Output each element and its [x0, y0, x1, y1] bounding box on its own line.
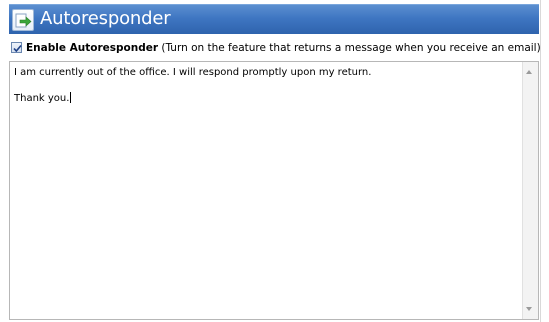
- page-divider: [540, 0, 541, 322]
- autoresponder-message-text[interactable]: I am currently out of the office. I will…: [14, 66, 519, 105]
- enable-autoresponder-text: Enable Autoresponder (Turn on the featur…: [26, 40, 541, 56]
- autoresponder-arrow-icon: [12, 9, 34, 31]
- scroll-down-arrow-icon[interactable]: [526, 307, 532, 311]
- panel-title: Autoresponder: [40, 8, 171, 29]
- scroll-up-arrow-icon[interactable]: [526, 70, 532, 74]
- autoresponder-panel: Autoresponder Enable Autoresponder (Turn…: [9, 4, 541, 320]
- enable-autoresponder-description: (Turn on the feature that returns a mess…: [158, 42, 541, 54]
- autoresponder-message-field[interactable]: I am currently out of the office. I will…: [9, 61, 539, 320]
- checkmark-icon: [13, 44, 22, 53]
- vertical-scrollbar[interactable]: [522, 62, 538, 319]
- enable-autoresponder-label[interactable]: Enable Autoresponder: [26, 42, 158, 54]
- enable-autoresponder-checkbox[interactable]: [11, 42, 22, 53]
- enable-autoresponder-row: Enable Autoresponder (Turn on the featur…: [11, 40, 541, 56]
- panel-header: Autoresponder: [9, 4, 539, 34]
- message-body: I am currently out of the office. I will…: [14, 67, 372, 104]
- text-caret: [70, 92, 72, 103]
